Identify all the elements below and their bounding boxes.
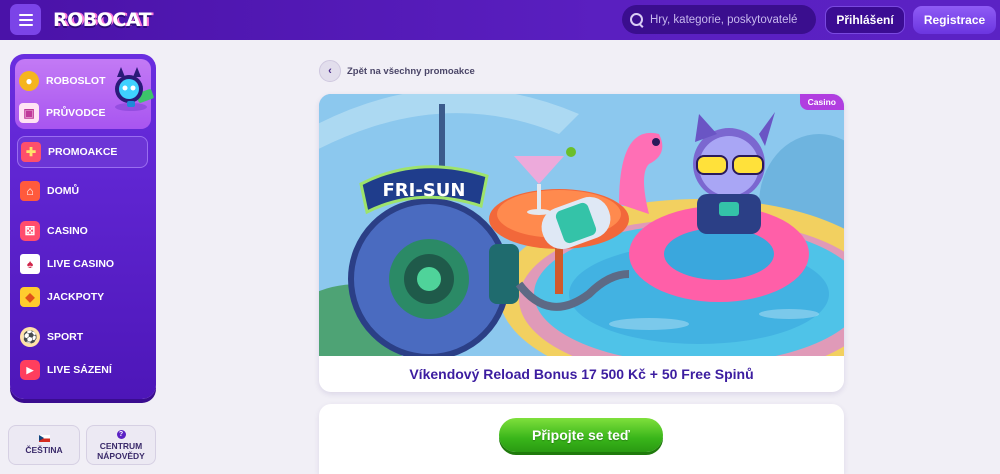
- live-icon: ▶: [20, 360, 40, 380]
- ball-icon: ⚽: [20, 327, 40, 347]
- category-tag: Casino: [799, 94, 844, 110]
- search-icon: [630, 12, 644, 27]
- logo[interactable]: ROBOCAT: [53, 6, 152, 34]
- search-input[interactable]: [650, 13, 810, 26]
- sign-text: FRI-SUN: [383, 180, 466, 201]
- question-icon: ?: [116, 429, 126, 439]
- sidebar-item-label: LIVE CASINO: [47, 258, 115, 270]
- sidebar-item-pruvodce[interactable]: ▣ PRŮVODCE: [19, 99, 147, 127]
- sidebar-item-label: ROBOSLOT: [46, 75, 106, 87]
- cta-card: Připojte se teď: [319, 404, 844, 474]
- gift-icon: ✚: [21, 142, 41, 162]
- language-label: ČEŠTINA: [25, 445, 63, 455]
- gift-box-icon: ▣: [19, 103, 39, 123]
- sidebar-item-label: DOMŮ: [47, 185, 80, 197]
- sidebar-promo-box: ● ROBOSLOT ▣ PRŮVODCE: [15, 59, 154, 129]
- sidebar-item-label: JACKPOTY: [47, 291, 105, 303]
- back-button[interactable]: ‹: [319, 60, 341, 82]
- sidebar-item-label: PRŮVODCE: [46, 107, 106, 119]
- help-center-button[interactable]: ? CENTRUM NÁPOVĚDY: [86, 425, 156, 465]
- sidebar-item-casino[interactable]: ⚄ CASINO: [20, 217, 148, 245]
- sidebar-item-sport[interactable]: ⚽ SPORT: [20, 323, 148, 351]
- sidebar-item-domu[interactable]: ⌂ DOMŮ: [20, 177, 148, 205]
- sidebar-item-label: SPORT: [47, 331, 84, 343]
- sidebar-item-promoakce[interactable]: ✚ PROMOAKCE: [17, 136, 148, 168]
- promo-title: Víkendový Reload Bonus 17 500 Kč + 50 Fr…: [409, 366, 754, 382]
- diamond-icon: ◆: [20, 287, 40, 307]
- sidebar-item-label: CASINO: [47, 225, 88, 237]
- language-selector[interactable]: ČEŠTINA: [8, 425, 80, 465]
- cards-icon: ♠: [20, 254, 40, 274]
- promo-hero-image: FRI-SUN Casino: [319, 94, 844, 356]
- dice-icon: ⚄: [20, 221, 40, 241]
- top-bar: ROBOCAT Přihlášení Registrace: [0, 0, 1000, 40]
- join-now-button[interactable]: Připojte se teď: [499, 418, 663, 452]
- sidebar-item-label: PROMOAKCE: [48, 146, 118, 158]
- login-button[interactable]: Přihlášení: [825, 6, 905, 34]
- czech-flag-icon: [38, 435, 50, 442]
- coin-icon: ●: [19, 71, 39, 91]
- help-label-line1: CENTRUM: [99, 440, 143, 451]
- pool-party-illustration: FRI-SUN: [319, 94, 844, 356]
- sidebar-item-jackpoty[interactable]: ◆ JACKPOTY: [20, 283, 148, 311]
- menu-button[interactable]: [10, 4, 41, 35]
- promo-card: FRI-SUN Casino Víkendový Reload Bonus 17…: [319, 94, 844, 392]
- help-label-line2: NÁPOVĚDY: [97, 450, 145, 461]
- sidebar-item-live-sazeni[interactable]: ▶ LIVE SÁZENÍ: [20, 356, 148, 384]
- home-icon: ⌂: [20, 181, 40, 201]
- register-button[interactable]: Registrace: [913, 6, 996, 34]
- sidebar-item-live-casino[interactable]: ♠ LIVE CASINO: [20, 250, 148, 278]
- search-box[interactable]: [622, 5, 816, 34]
- sidebar-item-label: LIVE SÁZENÍ: [47, 364, 112, 376]
- sidebar-item-roboslot[interactable]: ● ROBOSLOT: [19, 67, 147, 95]
- chevron-left-icon: ‹: [328, 65, 332, 77]
- hamburger-icon: [18, 13, 33, 16]
- sidebar: ● ROBOSLOT ▣ PRŮVODCE ✚ PROMOAKCE ⌂ DOMŮ…: [10, 54, 156, 399]
- back-link[interactable]: Zpět na všechny promoakce: [347, 66, 475, 77]
- logo-text: ROBOCAT: [53, 9, 152, 31]
